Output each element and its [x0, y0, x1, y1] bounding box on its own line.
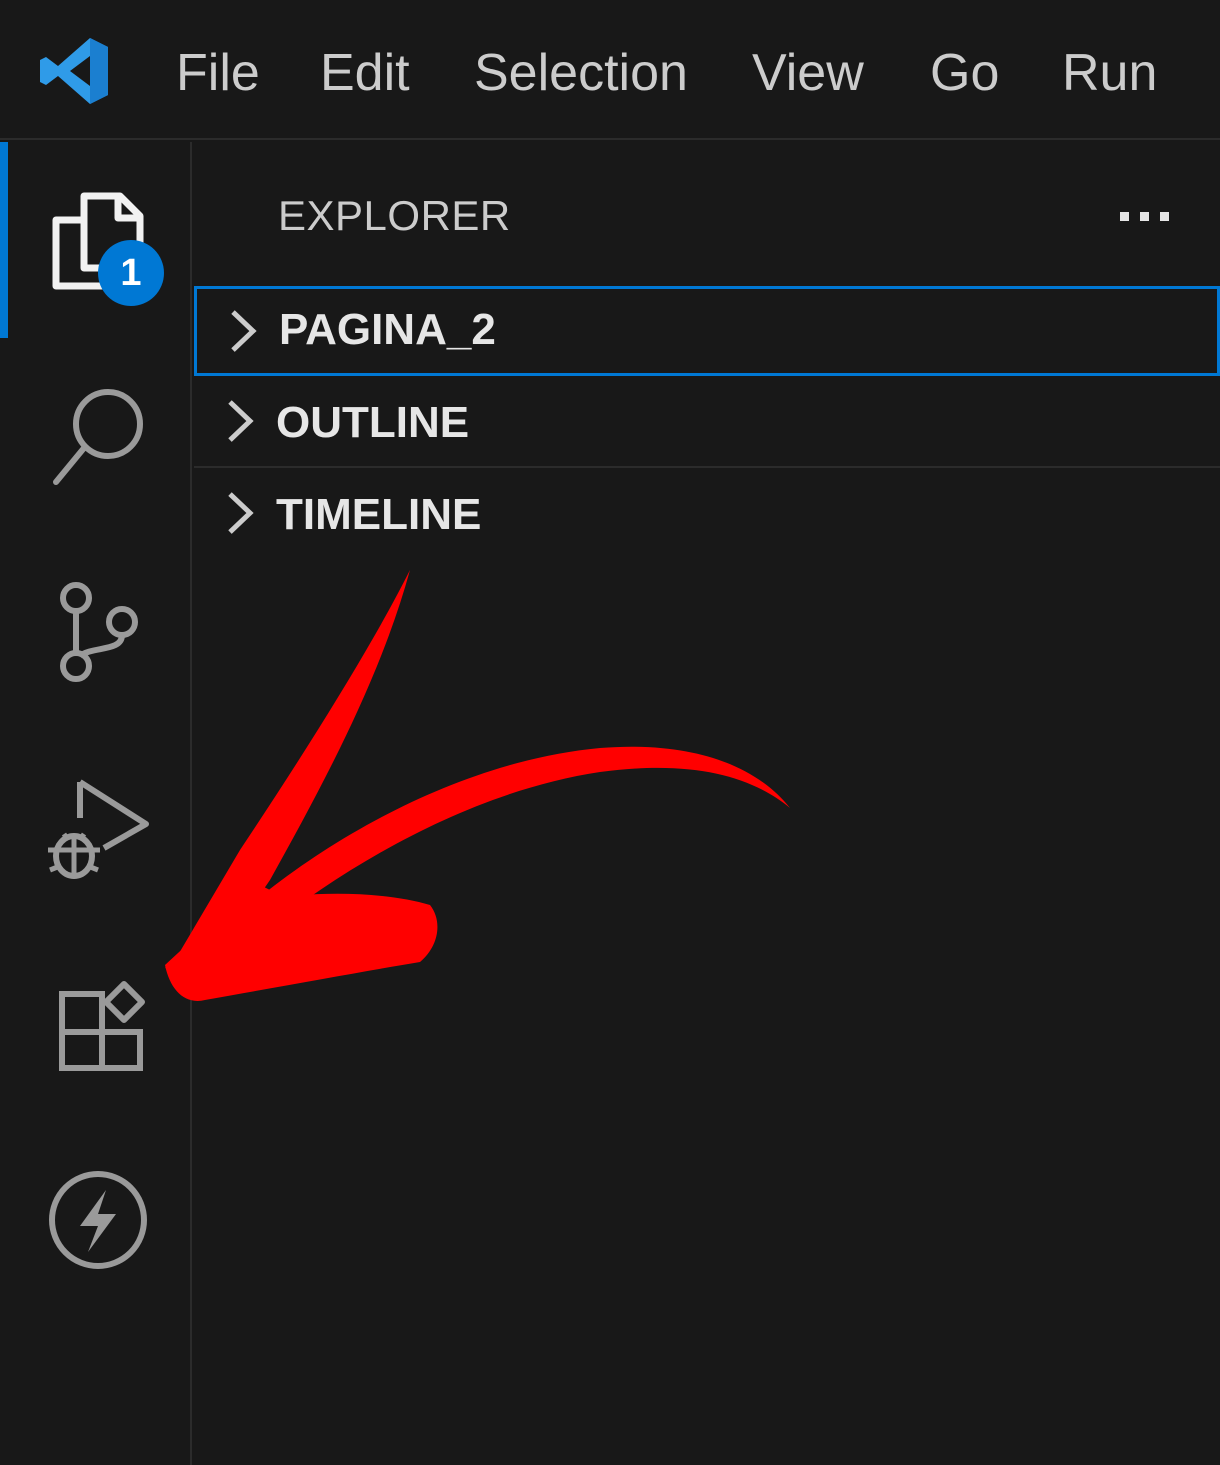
section-label: TIMELINE	[276, 490, 482, 539]
activity-extensions-button[interactable]	[0, 926, 190, 1122]
section-pagina-2[interactable]: PAGINA_2	[194, 286, 1220, 376]
section-label: PAGINA_2	[279, 305, 496, 354]
section-label: OUTLINE	[276, 398, 470, 447]
menu-view[interactable]: View	[752, 38, 864, 108]
lightning-icon	[49, 1171, 147, 1269]
explorer-badge: 1	[98, 240, 164, 306]
search-icon	[53, 389, 143, 485]
sidebar-title: EXPLORER	[278, 192, 511, 239]
activity-lightning-button[interactable]	[0, 1122, 190, 1318]
vscode-window: File Edit Selection View Go Run 1 EXPLOR…	[0, 0, 1220, 1465]
menu-run[interactable]: Run	[1062, 38, 1157, 108]
section-outline[interactable]: OUTLINE	[194, 378, 1220, 468]
chevron-right-icon	[228, 492, 254, 534]
source-control-icon	[60, 582, 138, 682]
ellipsis-icon[interactable]	[1110, 192, 1180, 242]
activity-search-button[interactable]	[0, 338, 190, 534]
explorer-sidebar: EXPLORER PAGINA_2 OUTLINE TIMELINE	[194, 142, 1220, 1465]
chevron-right-icon	[231, 310, 257, 352]
extensions-icon	[59, 981, 145, 1071]
menu-edit[interactable]: Edit	[320, 38, 410, 108]
activity-source-control-button[interactable]	[0, 534, 190, 730]
menu-bar: File Edit Selection View Go Run	[0, 0, 1220, 140]
run-and-debug-icon	[48, 779, 149, 879]
activity-explorer-button[interactable]	[0, 142, 190, 338]
section-timeline[interactable]: TIMELINE	[194, 470, 1220, 560]
vscode-logo-icon	[40, 38, 108, 104]
chevron-right-icon	[228, 400, 254, 442]
menu-go[interactable]: Go	[930, 38, 999, 108]
menu-file[interactable]: File	[176, 38, 260, 108]
activity-run-debug-button[interactable]	[0, 730, 190, 926]
menu-selection[interactable]: Selection	[474, 38, 688, 108]
